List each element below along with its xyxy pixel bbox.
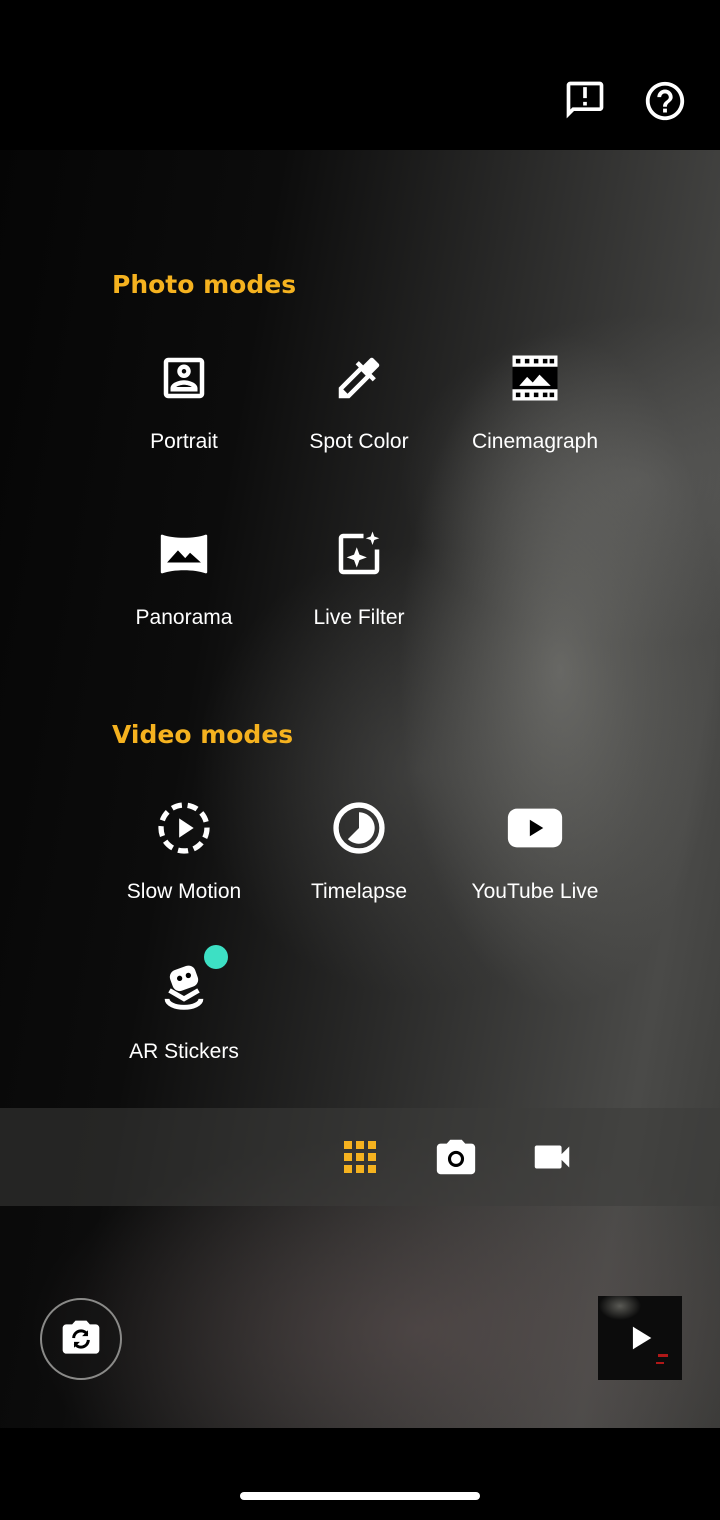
help-button[interactable] (641, 77, 689, 125)
photo-modes-title: Photo modes (112, 270, 297, 299)
video-modes-title: Video modes (112, 720, 294, 749)
mode-label: YouTube Live (471, 880, 599, 903)
mode-label: AR Stickers (129, 1040, 239, 1063)
camera-icon (436, 1139, 476, 1175)
photo-mode-button[interactable] (432, 1133, 480, 1181)
mode-label: Spot Color (309, 430, 409, 453)
feedback-button[interactable] (561, 76, 609, 124)
grid-icon (344, 1141, 376, 1173)
thumbnail-detail (656, 1362, 664, 1364)
mode-timelapse[interactable]: Timelapse (271, 796, 447, 904)
mode-portrait[interactable]: Portrait (96, 346, 272, 454)
help-icon (645, 81, 685, 121)
mode-live-filter[interactable]: Live Filter (271, 522, 447, 630)
mode-label: Portrait (150, 430, 218, 453)
play-icon (632, 1326, 652, 1350)
mode-label: Timelapse (310, 880, 408, 903)
mode-slow-motion[interactable]: Slow Motion (96, 796, 272, 904)
mode-label: Cinemagraph (471, 430, 599, 453)
thumbnail-detail (658, 1354, 668, 1357)
mode-youtube-live[interactable]: YouTube Live (447, 796, 623, 904)
modes-grid-button[interactable] (336, 1133, 384, 1181)
sparkle-filter-icon (338, 531, 380, 575)
top-bar (0, 0, 720, 150)
video-camera-icon (534, 1145, 570, 1169)
film-icon (512, 355, 558, 401)
gallery-thumbnail[interactable] (598, 1296, 682, 1380)
new-badge (204, 945, 228, 969)
video-mode-button[interactable] (528, 1133, 576, 1181)
switch-camera-icon (62, 1320, 100, 1354)
mode-cinemagraph[interactable]: Cinemagraph (447, 346, 623, 454)
panorama-icon (160, 534, 208, 574)
navigation-bar (0, 1428, 720, 1520)
youtube-icon (507, 808, 563, 848)
portrait-icon (163, 357, 205, 399)
home-gesture-handle[interactable] (240, 1492, 480, 1500)
mode-label: Live Filter (313, 606, 405, 629)
slow-motion-icon (158, 802, 210, 854)
mode-ar-stickers[interactable]: AR Stickers (96, 956, 272, 1064)
eyedropper-icon (338, 357, 380, 399)
mode-label: Slow Motion (126, 880, 242, 903)
mode-label: Panorama (135, 606, 233, 629)
ar-stickers-icon (164, 965, 204, 1010)
timelapse-icon (333, 802, 385, 854)
feedback-icon (566, 81, 604, 119)
camera-viewfinder[interactable] (0, 150, 720, 1430)
mode-panorama[interactable]: Panorama (96, 522, 272, 630)
mode-spot-color[interactable]: Spot Color (271, 346, 447, 454)
switch-camera-button[interactable] (40, 1298, 122, 1380)
